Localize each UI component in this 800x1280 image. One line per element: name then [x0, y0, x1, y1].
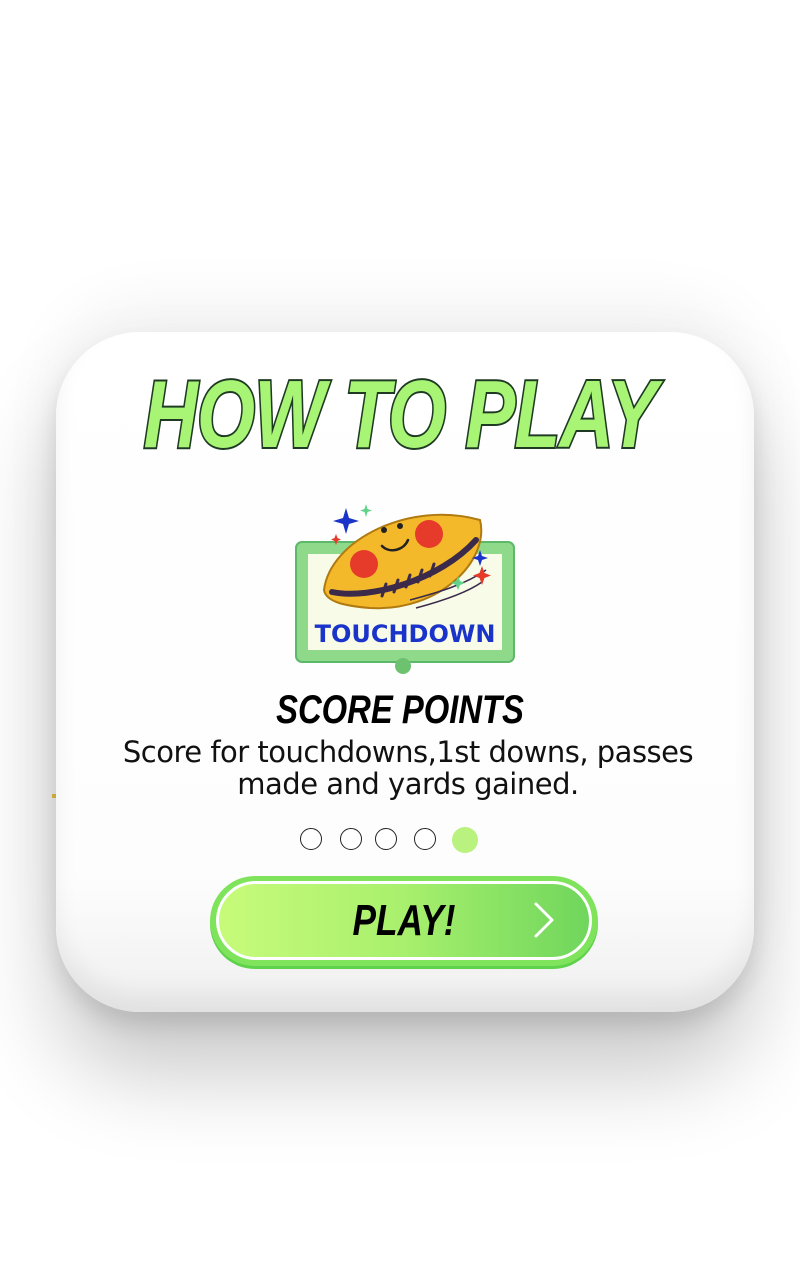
touchdown-sign-text: TOUCHDOWN [315, 620, 496, 648]
play-button-label: PLAY! [352, 896, 456, 945]
pagination-dot-1[interactable] [300, 828, 322, 850]
pagination-dot-2[interactable] [340, 828, 362, 850]
sign-post-knob [395, 658, 411, 674]
dialog-title: HOW TO PLAY [142, 359, 659, 470]
pagination-dot-3[interactable] [375, 828, 397, 850]
step-heading: SCORE POINTS [276, 688, 524, 732]
chevron-right-icon [534, 902, 554, 938]
step-description: Score for touchdowns,1st downs, passes m… [122, 735, 694, 801]
how-to-play-screen: HOW TO PLAY TOUCHDOWN SCORE POINTS Score… [0, 0, 800, 1280]
pagination-dot-5-active[interactable] [452, 827, 478, 853]
touchdown-football-illustration: TOUCHDOWN [295, 504, 515, 674]
pagination-dot-4[interactable] [414, 828, 436, 850]
